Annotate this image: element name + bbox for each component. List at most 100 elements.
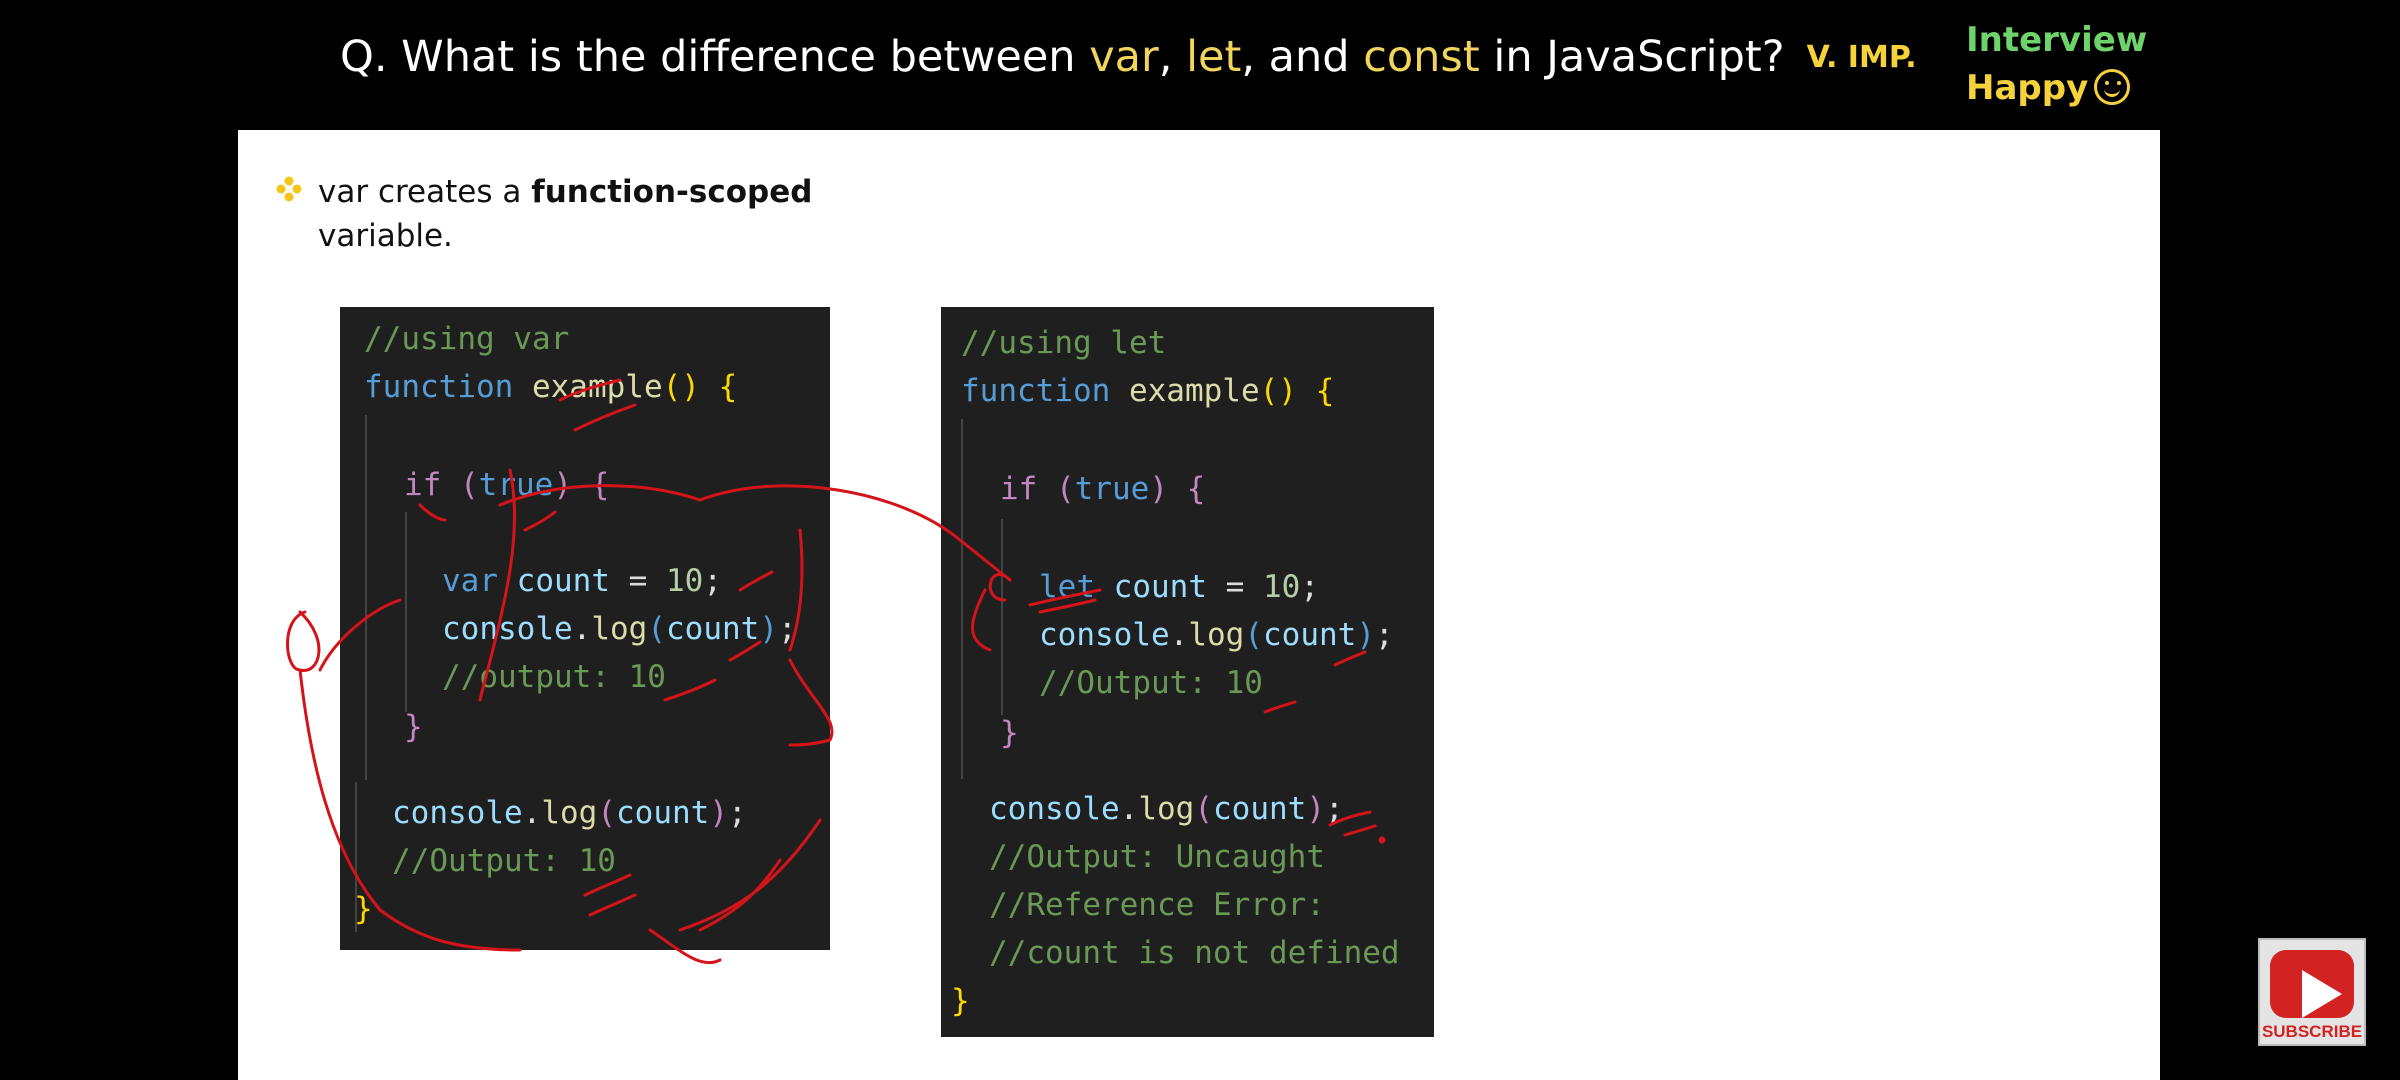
code-punctuation: ;: [1375, 617, 1394, 653]
code-line: console.log(count);: [1039, 617, 1394, 653]
code-variable: count: [1263, 617, 1357, 653]
code-line: }: [1000, 715, 1019, 751]
code-number: 10: [1262, 569, 1301, 605]
code-line: }: [354, 891, 373, 927]
slide-header: Q. What is the difference between var, l…: [0, 0, 2400, 130]
code-function-name: example: [531, 369, 663, 405]
code-variable: console: [989, 791, 1120, 827]
code-comment: //Output: 10: [1039, 665, 1263, 701]
question-title: Q. What is the difference between var, l…: [340, 32, 1917, 82]
code-bracket: }: [1000, 715, 1019, 751]
brand-happy-text: Happy: [1966, 68, 2089, 108]
code-punctuation: ;: [778, 611, 797, 647]
keyword-let: let: [1186, 32, 1242, 82]
code-line: //using var: [364, 321, 569, 357]
code-bracket: (): [1259, 373, 1297, 409]
indent-guide: [961, 419, 963, 779]
code-keyword: let: [1039, 569, 1095, 605]
code-line: console.log(count);: [442, 611, 797, 647]
code-line: function example() {: [961, 373, 1334, 409]
question-separator: ,: [1158, 32, 1187, 82]
code-punctuation: ;: [1300, 569, 1319, 605]
keyword-var: var: [1089, 32, 1159, 82]
code-bracket: {: [571, 467, 610, 503]
subscribe-label: SUBSCRIBE: [2261, 1022, 2363, 1041]
code-literal: true: [478, 467, 554, 503]
code-punctuation: ;: [703, 563, 722, 599]
indent-guide: [365, 415, 367, 780]
code-block-var: //using var function example() { if (tru…: [340, 307, 830, 950]
code-bracket: (: [597, 795, 616, 831]
question-text: Q. What is the difference between: [340, 32, 1090, 82]
code-line: }: [951, 983, 970, 1019]
question-separator: , and: [1241, 32, 1364, 82]
code-line: }: [404, 709, 423, 745]
code-function-name: log: [1188, 617, 1245, 653]
code-keyword: if: [404, 467, 442, 503]
code-variable: count: [666, 611, 760, 647]
code-line: var count = 10;: [442, 563, 722, 599]
code-comment: //output: 10: [442, 659, 666, 695]
code-bracket: (: [1194, 791, 1213, 827]
code-line: //using let: [961, 325, 1166, 361]
importance-badge: V. IMP.: [1806, 40, 1917, 75]
youtube-play-icon: [2270, 950, 2354, 1018]
code-variable: count: [1095, 569, 1207, 605]
code-variable: count: [498, 563, 610, 599]
code-bracket: ): [759, 611, 778, 647]
code-bracket: {: [1167, 471, 1206, 507]
play-triangle-icon: [2302, 970, 2342, 1018]
code-line: //count is not defined: [989, 935, 1400, 971]
code-operator: =: [609, 563, 666, 599]
code-line: //Output: 10: [1039, 665, 1263, 701]
code-variable: console: [442, 611, 573, 647]
code-bracket: ): [709, 795, 728, 831]
code-line: //output: 10: [442, 659, 666, 695]
code-bracket: ): [553, 467, 572, 503]
code-bracket: }: [404, 709, 423, 745]
indent-guide: [1001, 519, 1003, 715]
code-bracket: (: [1244, 617, 1263, 653]
bullet-bold-text: function-scoped: [531, 174, 813, 210]
brand-line-interview: Interview: [1966, 20, 2148, 60]
question-text: in JavaScript?: [1479, 32, 1785, 82]
code-punctuation: .: [1169, 617, 1189, 653]
code-variable: console: [1039, 617, 1170, 653]
code-line: if (true) {: [1000, 471, 1205, 507]
code-variable: count: [616, 795, 710, 831]
code-comment: //count is not defined: [989, 935, 1400, 971]
bullet-text: var creates a: [318, 174, 532, 210]
bullet-text: variable.: [318, 218, 453, 254]
code-line: //Reference Error:: [989, 887, 1325, 923]
brand-line-happy: Happy: [1966, 64, 2147, 112]
code-line: function example() {: [364, 369, 737, 405]
code-number: 10: [665, 563, 704, 599]
code-keyword: function: [364, 369, 514, 405]
code-comment: //Output: 10: [392, 843, 616, 879]
code-block-let: //using let function example() { if (tru…: [941, 307, 1434, 1037]
code-line: //Output: 10: [392, 843, 616, 879]
code-function-name: log: [541, 795, 598, 831]
code-bracket: {: [699, 369, 738, 405]
code-punctuation: .: [1119, 791, 1139, 827]
code-comment: //using var: [364, 321, 570, 357]
code-bracket: ): [1149, 471, 1168, 507]
code-literal: true: [1074, 471, 1150, 507]
code-keyword: var: [442, 563, 498, 599]
code-bracket: (: [441, 467, 479, 503]
code-line: let count = 10;: [1039, 569, 1319, 605]
code-punctuation: .: [572, 611, 592, 647]
youtube-subscribe-button[interactable]: SUBSCRIBE: [2258, 938, 2366, 1046]
brand-logo: Interview Happy: [1966, 16, 2147, 112]
code-bracket: (): [662, 369, 700, 405]
code-comment: //Reference Error:: [989, 887, 1325, 923]
code-line: if (true) {: [404, 467, 609, 503]
code-function-name: log: [1138, 791, 1195, 827]
code-keyword: function: [961, 373, 1111, 409]
code-bracket: }: [354, 891, 373, 927]
smiley-icon: [2094, 69, 2131, 105]
code-comment: //using let: [961, 325, 1167, 361]
code-function-name: log: [591, 611, 648, 647]
code-variable: console: [392, 795, 523, 831]
code-bracket: ): [1356, 617, 1375, 653]
